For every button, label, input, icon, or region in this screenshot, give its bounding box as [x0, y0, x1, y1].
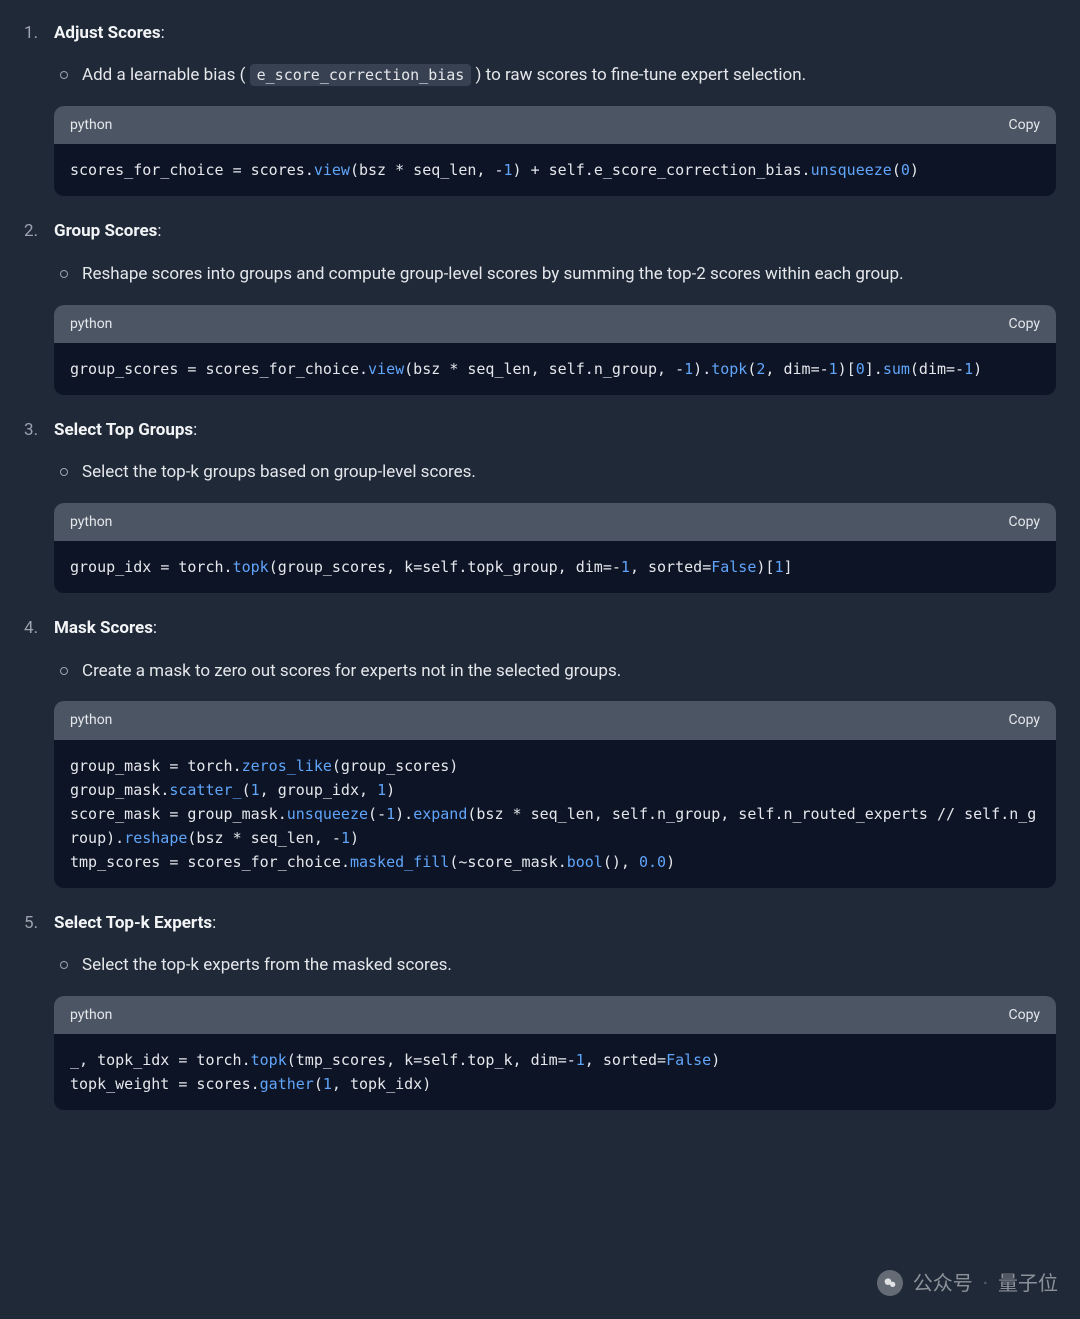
code-block: python Copy group_mask = torch.zeros_like(…	[54, 701, 1056, 887]
step-item: Select Top Groups: Select the top-k group…	[24, 417, 1056, 593]
step-title: Group Scores	[54, 221, 157, 241]
bullet-text-pre: Select the top-k experts from the masked…	[82, 955, 452, 975]
step-title: Select Top-k Experts	[54, 913, 212, 933]
code-language-label: python	[70, 313, 112, 335]
code-content: group_scores = scores_for_choice.view(bs…	[54, 343, 1056, 395]
step-item: Group Scores: Reshape scores into groups …	[24, 218, 1056, 394]
copy-button[interactable]: Copy	[1008, 1004, 1040, 1026]
bullet-text-pre: Create a mask to zero out scores for exp…	[82, 661, 621, 681]
step-bullet: Reshape scores into groups and compute g…	[54, 260, 1056, 289]
watermark-right: 量子位	[998, 1267, 1058, 1299]
code-content: scores_for_choice = scores.view(bsz * se…	[54, 144, 1056, 196]
wechat-icon	[877, 1270, 903, 1296]
code-content: _, topk_idx = torch.topk(tmp_scores, k=s…	[54, 1034, 1056, 1110]
step-title-colon: :	[212, 913, 216, 933]
step-bullet: Create a mask to zero out scores for exp…	[54, 657, 1056, 686]
code-block: python Copy scores_for_choice = scores.vie…	[54, 106, 1056, 196]
step-title: Adjust Scores	[54, 23, 161, 43]
step-item: Adjust Scores: Add a learnable bias ( e_s…	[24, 20, 1056, 196]
step-title: Mask Scores	[54, 618, 153, 638]
code-block: python Copy group_scores = scores_for_choi…	[54, 305, 1056, 395]
inline-code: e_score_correction_bias	[250, 64, 472, 86]
code-language-label: python	[70, 709, 112, 731]
step-title-colon: :	[193, 420, 197, 440]
code-block: python Copy group_idx = torch.topk(group_s…	[54, 503, 1056, 593]
code-block: python Copy _, topk_idx = torch.topk(tmp_s…	[54, 996, 1056, 1110]
bullet-text-pre: Select the top-k groups based on group-l…	[82, 462, 476, 482]
code-content: group_mask = torch.zeros_like(group_scor…	[54, 740, 1056, 888]
watermark-left: 公众号	[913, 1267, 973, 1299]
step-title: Select Top Groups	[54, 420, 193, 440]
copy-button[interactable]: Copy	[1008, 709, 1040, 731]
code-language-label: python	[70, 1004, 112, 1026]
bullet-text-pre: Add a learnable bias (	[82, 65, 250, 85]
copy-button[interactable]: Copy	[1008, 114, 1040, 136]
code-content: group_idx = torch.topk(group_scores, k=s…	[54, 541, 1056, 593]
bullet-text-post: ) to raw scores to fine-tune expert sele…	[471, 65, 806, 85]
code-language-label: python	[70, 114, 112, 136]
step-bullet: Add a learnable bias ( e_score_correctio…	[54, 61, 1056, 90]
bullet-text-pre: Reshape scores into groups and compute g…	[82, 264, 904, 284]
step-item: Mask Scores: Create a mask to zero out sc…	[24, 615, 1056, 887]
step-item: Select Top-k Experts: Select the top-k ex…	[24, 910, 1056, 1110]
step-bullet: Select the top-k experts from the masked…	[54, 951, 1056, 980]
code-language-label: python	[70, 511, 112, 533]
copy-button[interactable]: Copy	[1008, 511, 1040, 533]
step-title-colon: :	[161, 23, 165, 43]
step-title-colon: :	[157, 221, 161, 241]
watermark: 公众号 · 量子位	[877, 1267, 1058, 1299]
watermark-separator: ·	[983, 1267, 988, 1299]
step-bullet: Select the top-k groups based on group-l…	[54, 458, 1056, 487]
copy-button[interactable]: Copy	[1008, 313, 1040, 335]
step-title-colon: :	[153, 618, 157, 638]
